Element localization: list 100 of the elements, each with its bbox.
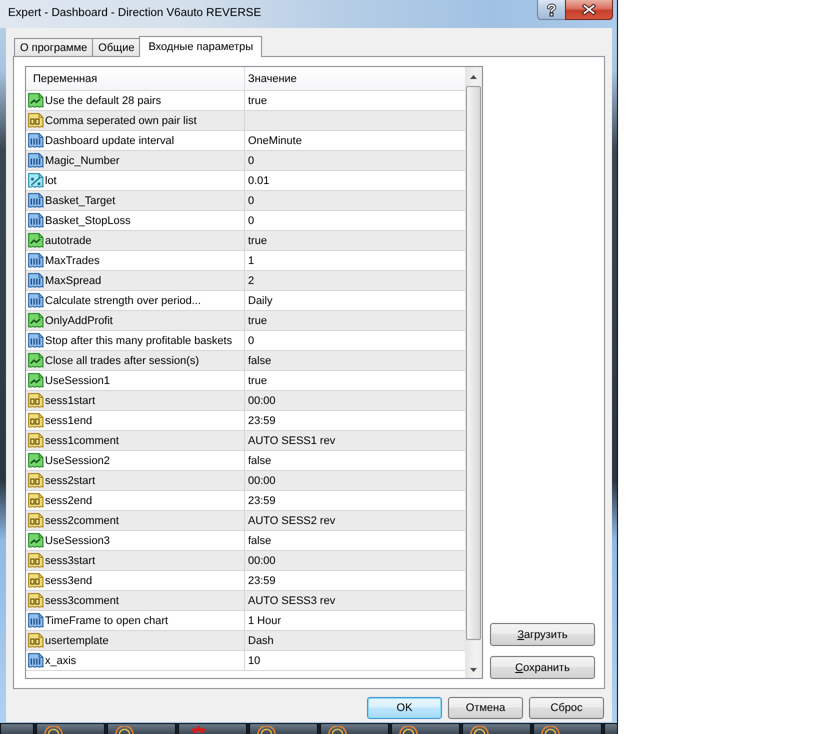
parameter-name: Basket_StopLoss xyxy=(45,214,131,228)
parameter-name: Calculate strength over period... xyxy=(45,294,201,308)
parameter-row[interactable]: lot 0.01 xyxy=(26,171,465,191)
chart-tab[interactable] xyxy=(249,723,318,734)
parameter-value: 1 xyxy=(248,254,254,268)
parameter-name: UseSession2 xyxy=(45,454,110,468)
arc-icon xyxy=(470,726,489,734)
chart-tab[interactable] xyxy=(36,723,105,734)
parameter-row[interactable]: MaxTrades 1 xyxy=(26,251,465,271)
boxes-tag-icon xyxy=(28,432,44,448)
tab[interactable]: Общие xyxy=(92,38,140,56)
parameter-value: AUTO SESS1 rev xyxy=(248,434,336,448)
parameter-row[interactable]: Use the default 28 pairs true xyxy=(26,91,465,111)
parameter-row[interactable]: Dashboard update interval OneMinute xyxy=(26,131,465,151)
parameter-row[interactable]: sess1comment AUTO SESS1 rev xyxy=(26,431,465,451)
parameter-value: 00:00 xyxy=(248,474,276,488)
boxes-tag-icon xyxy=(28,632,44,648)
arc-icon xyxy=(44,726,63,734)
parameter-name: x_axis xyxy=(45,654,76,668)
caret-down-icon xyxy=(470,668,477,672)
tab[interactable]: О программе xyxy=(14,38,94,56)
arc-icon xyxy=(541,726,560,734)
parameter-name: autotrade xyxy=(45,234,92,248)
parameter-name: MaxSpread xyxy=(45,274,102,288)
gear-icon xyxy=(190,726,207,733)
parameter-name: sess1start xyxy=(45,394,96,408)
parameter-name: Magic_Number xyxy=(45,154,120,168)
parameter-value: Dash xyxy=(248,634,274,648)
close-button[interactable] xyxy=(565,0,613,20)
zigzag-tag-icon xyxy=(28,372,44,388)
bars-tag-icon xyxy=(28,192,44,208)
parameter-row[interactable]: UseSession1 true xyxy=(26,371,465,391)
parameter-row[interactable]: x_axis 10 xyxy=(26,651,465,671)
parameter-row[interactable]: Comma seperated own pair list xyxy=(26,111,465,131)
parameter-row[interactable]: sess2comment AUTO SESS2 rev xyxy=(26,511,465,531)
parameter-value: false xyxy=(248,454,272,468)
parameter-value: 0 xyxy=(248,214,254,228)
arc-icon xyxy=(115,726,134,734)
help-button[interactable] xyxy=(537,0,565,20)
chart-tab[interactable] xyxy=(320,723,389,734)
chart-tab[interactable] xyxy=(462,723,531,734)
chart-tab[interactable] xyxy=(604,723,618,734)
parameter-row[interactable]: sess2start 00:00 xyxy=(26,471,465,491)
bars-tag-icon xyxy=(28,292,44,308)
chart-tab[interactable] xyxy=(533,723,602,734)
parameter-row[interactable]: sess1start 00:00 xyxy=(26,391,465,411)
parameter-name: Stop after this many profitable baskets xyxy=(45,334,232,348)
load-button[interactable]: Загрузить xyxy=(490,623,595,646)
parameter-row[interactable]: sess3end 23:59 xyxy=(26,571,465,591)
chart-tab[interactable] xyxy=(107,723,176,734)
save-button[interactable]: Сохранить xyxy=(490,656,595,679)
bars-tag-icon xyxy=(28,332,44,348)
bars-tag-icon xyxy=(28,612,44,628)
parameter-name: OnlyAddProfit xyxy=(45,314,113,328)
bars-tag-icon xyxy=(28,272,44,288)
parameter-name: Close all trades after session(s) xyxy=(45,354,200,368)
chart-tab[interactable] xyxy=(0,723,34,734)
parameter-row[interactable]: Magic_Number 0 xyxy=(26,151,465,171)
parameter-row[interactable]: autotrade true xyxy=(26,231,465,251)
arc-icon xyxy=(328,726,347,734)
parameter-row[interactable]: TimeFrame to open chart 1 Hour xyxy=(26,611,465,631)
parameter-name: Dashboard update interval xyxy=(45,134,174,148)
parameter-row[interactable]: Basket_Target 0 xyxy=(26,191,465,211)
parameter-row[interactable]: sess3comment AUTO SESS3 rev xyxy=(26,591,465,611)
parameter-value: false xyxy=(248,354,272,368)
parameter-row[interactable]: Close all trades after session(s) false xyxy=(26,351,465,371)
tab[interactable]: Входные параметры xyxy=(139,36,262,57)
parameter-name: sess2end xyxy=(45,494,92,508)
parameter-row[interactable]: Basket_StopLoss 0 xyxy=(26,211,465,231)
window-title: Expert - Dashboard - Direction V6auto REVERSE xyxy=(8,6,262,21)
parameter-row[interactable]: Calculate strength over period... Daily xyxy=(26,291,465,311)
zigzag-tag-icon xyxy=(28,92,44,108)
chart-tab[interactable] xyxy=(178,723,247,734)
reset-button[interactable]: Сброс xyxy=(529,697,604,719)
parameter-row[interactable]: sess2end 23:59 xyxy=(26,491,465,511)
chart-tab[interactable] xyxy=(391,723,460,734)
parameter-row[interactable]: sess1end 23:59 xyxy=(26,411,465,431)
parameter-row[interactable]: Stop after this many profitable baskets 0 xyxy=(26,331,465,351)
parameter-value: 0 xyxy=(248,334,254,348)
scrollbar[interactable] xyxy=(465,67,482,678)
parameter-row[interactable]: UseSession3 false xyxy=(26,531,465,551)
zigzag-tag-icon xyxy=(28,232,44,248)
boxes-tag-icon xyxy=(28,552,44,568)
scroll-thumb[interactable] xyxy=(466,86,481,640)
parameter-name: sess2comment xyxy=(45,514,119,528)
parameter-row[interactable]: UseSession2 false xyxy=(26,451,465,471)
parameter-name: sess3start xyxy=(45,554,96,568)
zigzag-tag-icon xyxy=(28,312,44,328)
ok-button[interactable]: OK xyxy=(367,697,442,719)
parameter-row[interactable]: MaxSpread 2 xyxy=(26,271,465,291)
parameter-name: sess2start xyxy=(45,474,96,488)
parameter-row[interactable]: sess3start 00:00 xyxy=(26,551,465,571)
parameter-row[interactable]: usertemplate Dash xyxy=(26,631,465,651)
parameter-name: Use the default 28 pairs xyxy=(45,94,162,108)
parameter-name: Comma seperated own pair list xyxy=(45,114,197,128)
parameter-value: AUTO SESS2 rev xyxy=(248,514,336,528)
parameter-name: sess3comment xyxy=(45,594,119,608)
parameter-row[interactable]: OnlyAddProfit true xyxy=(26,311,465,331)
parameter-name: sess3end xyxy=(45,574,92,588)
cancel-button[interactable]: Отмена xyxy=(448,697,523,719)
